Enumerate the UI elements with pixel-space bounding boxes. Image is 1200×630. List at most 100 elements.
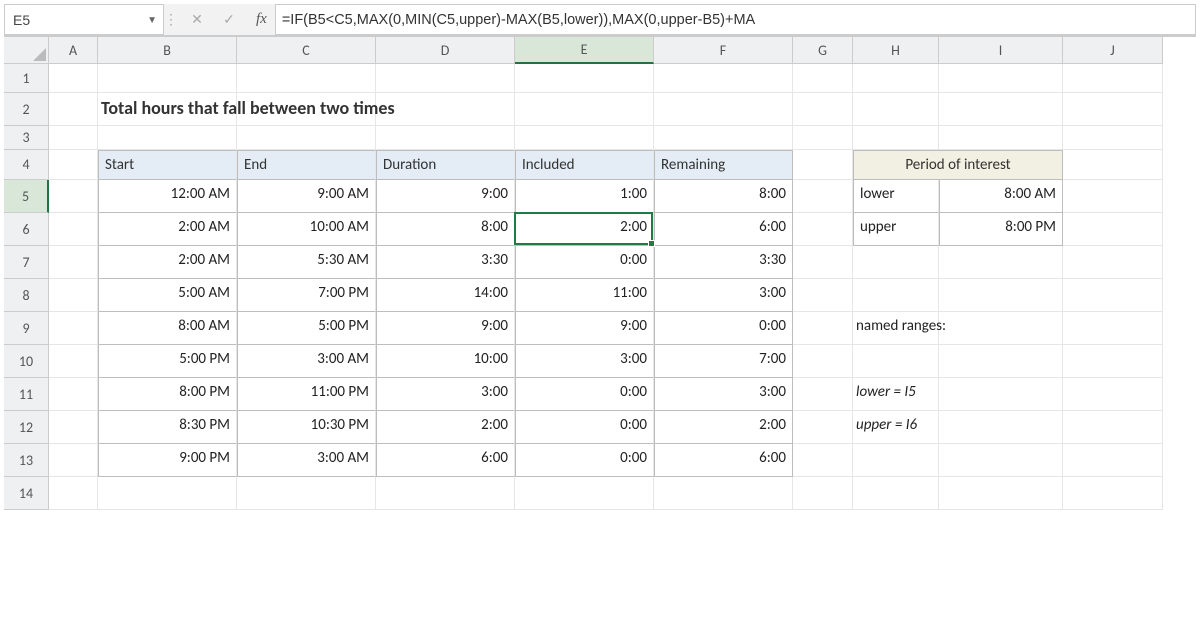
row-header-9[interactable]: 9 bbox=[4, 312, 49, 345]
formula-input-wrap[interactable] bbox=[275, 4, 1196, 35]
cell-H4[interactable]: Period of interest bbox=[853, 150, 1063, 180]
cell-C7[interactable]: 5:30 AM bbox=[237, 246, 376, 279]
cell-A13[interactable] bbox=[49, 444, 98, 477]
cell-I7[interactable] bbox=[939, 246, 1063, 279]
cell-D12[interactable]: 2:00 bbox=[376, 411, 515, 444]
cell-H14[interactable] bbox=[853, 477, 939, 510]
cell-J5[interactable] bbox=[1063, 180, 1163, 213]
cell-H9[interactable]: named ranges: bbox=[853, 312, 939, 345]
cell-J8[interactable] bbox=[1063, 279, 1163, 312]
cell-B10[interactable]: 5:00 PM bbox=[98, 345, 237, 378]
row-header-6[interactable]: 6 bbox=[4, 213, 49, 246]
cell-B1[interactable] bbox=[98, 64, 237, 93]
cell-A10[interactable] bbox=[49, 345, 98, 378]
cell-H3[interactable] bbox=[853, 126, 939, 150]
cell-A2[interactable] bbox=[49, 93, 98, 126]
cell-A5[interactable] bbox=[49, 180, 98, 213]
cell-C10[interactable]: 3:00 AM bbox=[237, 345, 376, 378]
cell-B9[interactable]: 8:00 AM bbox=[98, 312, 237, 345]
cell-F14[interactable] bbox=[654, 477, 793, 510]
cell-J11[interactable] bbox=[1063, 378, 1163, 411]
column-header-B[interactable]: B bbox=[98, 37, 237, 64]
cell-I9[interactable] bbox=[939, 312, 1063, 345]
column-header-C[interactable]: C bbox=[237, 37, 376, 64]
cell-F6[interactable]: 6:00 bbox=[654, 213, 793, 246]
cell-D6[interactable]: 8:00 bbox=[376, 213, 515, 246]
cell-J1[interactable] bbox=[1063, 64, 1163, 93]
cell-C5[interactable]: 9:00 AM bbox=[237, 180, 376, 213]
cell-C11[interactable]: 11:00 PM bbox=[237, 378, 376, 411]
cell-I11[interactable] bbox=[939, 378, 1063, 411]
cell-D8[interactable]: 14:00 bbox=[376, 279, 515, 312]
cell-H10[interactable] bbox=[853, 345, 939, 378]
row-header-4[interactable]: 4 bbox=[4, 150, 49, 180]
cell-C3[interactable] bbox=[237, 126, 376, 150]
cell-F8[interactable]: 3:00 bbox=[654, 279, 793, 312]
cell-G4[interactable] bbox=[793, 150, 853, 180]
column-header-D[interactable]: D bbox=[376, 37, 515, 64]
cell-J6[interactable] bbox=[1063, 213, 1163, 246]
cell-I5[interactable]: 8:00 AM bbox=[939, 180, 1063, 213]
cell-C14[interactable] bbox=[237, 477, 376, 510]
cell-I6[interactable]: 8:00 PM bbox=[939, 213, 1063, 246]
cell-B7[interactable]: 2:00 AM bbox=[98, 246, 237, 279]
row-header-12[interactable]: 12 bbox=[4, 411, 49, 444]
cell-B13[interactable]: 9:00 PM bbox=[98, 444, 237, 477]
cell-C6[interactable]: 10:00 AM bbox=[237, 213, 376, 246]
cell-J12[interactable] bbox=[1063, 411, 1163, 444]
cell-B5[interactable]: 12:00 AM bbox=[98, 180, 237, 213]
cell-G5[interactable] bbox=[793, 180, 853, 213]
cells-area[interactable]: Total hours that fall between two timesS… bbox=[49, 64, 1163, 510]
cell-B12[interactable]: 8:30 PM bbox=[98, 411, 237, 444]
row-header-2[interactable]: 2 bbox=[4, 93, 49, 126]
chevron-down-icon[interactable]: ▼ bbox=[147, 13, 157, 26]
cell-D5[interactable]: 9:00 bbox=[376, 180, 515, 213]
cell-J10[interactable] bbox=[1063, 345, 1163, 378]
cell-E11[interactable]: 0:00 bbox=[515, 378, 654, 411]
cell-D7[interactable]: 3:30 bbox=[376, 246, 515, 279]
row-header-5[interactable]: 5 bbox=[4, 180, 49, 213]
cell-J4[interactable] bbox=[1063, 150, 1163, 180]
column-header-J[interactable]: J bbox=[1063, 37, 1163, 64]
cell-B4[interactable]: Start bbox=[98, 150, 237, 180]
column-header-H[interactable]: H bbox=[853, 37, 939, 64]
cell-A7[interactable] bbox=[49, 246, 98, 279]
cancel-icon[interactable]: ✕ bbox=[186, 9, 208, 31]
cell-F2[interactable] bbox=[654, 93, 793, 126]
cell-G8[interactable] bbox=[793, 279, 853, 312]
cell-D11[interactable]: 3:00 bbox=[376, 378, 515, 411]
cell-I12[interactable] bbox=[939, 411, 1063, 444]
cell-I8[interactable] bbox=[939, 279, 1063, 312]
column-header-E[interactable]: E bbox=[515, 37, 654, 64]
cell-A4[interactable] bbox=[49, 150, 98, 180]
cell-J3[interactable] bbox=[1063, 126, 1163, 150]
cell-H5[interactable]: lower bbox=[853, 180, 939, 213]
row-header-7[interactable]: 7 bbox=[4, 246, 49, 279]
column-header-G[interactable]: G bbox=[793, 37, 853, 64]
cell-J2[interactable] bbox=[1063, 93, 1163, 126]
cell-H6[interactable]: upper bbox=[853, 213, 939, 246]
row-header-14[interactable]: 14 bbox=[4, 477, 49, 510]
cell-E13[interactable]: 0:00 bbox=[515, 444, 654, 477]
cell-A3[interactable] bbox=[49, 126, 98, 150]
cell-A14[interactable] bbox=[49, 477, 98, 510]
cell-I14[interactable] bbox=[939, 477, 1063, 510]
row-header-13[interactable]: 13 bbox=[4, 444, 49, 477]
cell-C1[interactable] bbox=[237, 64, 376, 93]
cell-D4[interactable]: Duration bbox=[376, 150, 515, 180]
cell-H11[interactable]: lower = I5 bbox=[853, 378, 939, 411]
cell-I1[interactable] bbox=[939, 64, 1063, 93]
cell-E3[interactable] bbox=[515, 126, 654, 150]
column-header-A[interactable]: A bbox=[49, 37, 98, 64]
cell-G10[interactable] bbox=[793, 345, 853, 378]
cell-B3[interactable] bbox=[98, 126, 237, 150]
cell-A9[interactable] bbox=[49, 312, 98, 345]
cell-B6[interactable]: 2:00 AM bbox=[98, 213, 237, 246]
cell-H12[interactable]: upper = I6 bbox=[853, 411, 939, 444]
cell-C4[interactable]: End bbox=[237, 150, 376, 180]
row-header-8[interactable]: 8 bbox=[4, 279, 49, 312]
cell-F3[interactable] bbox=[654, 126, 793, 150]
cell-E4[interactable]: Included bbox=[515, 150, 654, 180]
cell-H7[interactable] bbox=[853, 246, 939, 279]
select-all-corner[interactable] bbox=[4, 37, 49, 64]
